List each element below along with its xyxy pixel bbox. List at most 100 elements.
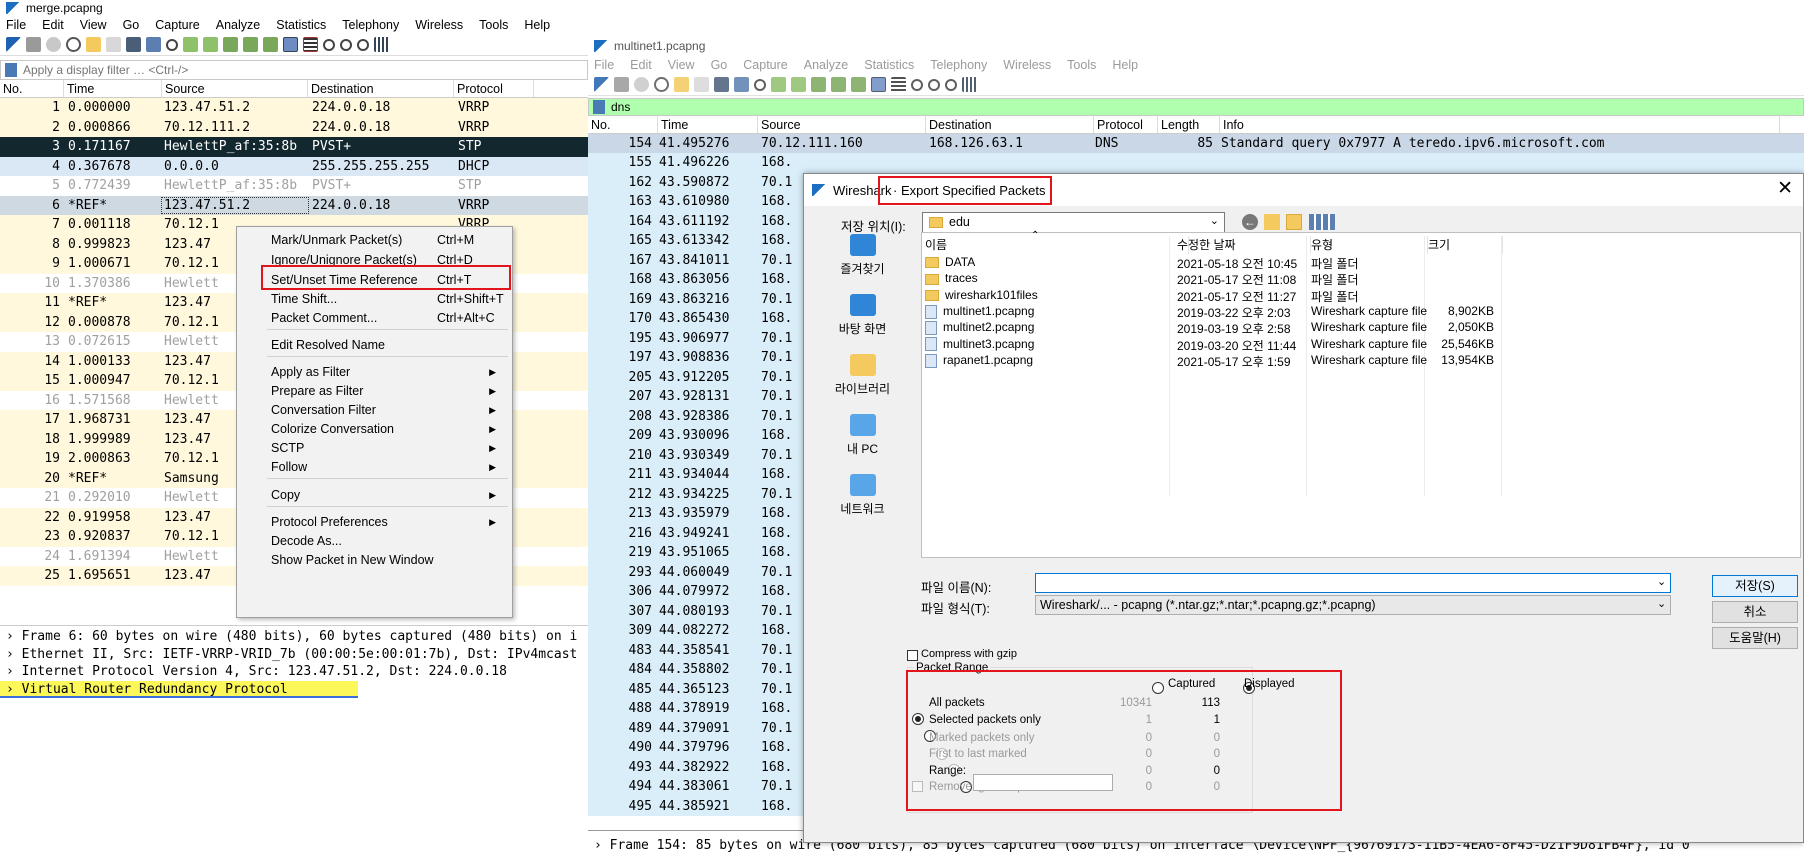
filetype-combo[interactable]: Wireshark/... - pcapng (*.ntar.gz;*.ntar… (1035, 595, 1671, 615)
table-row[interactable]: 1 0.000000 123.47.51.2 224.0.0.18 VRRP (0, 98, 588, 118)
help-button[interactable]: 도움말(H) (1712, 627, 1798, 649)
column-header[interactable]: Length (1158, 116, 1220, 133)
place-item[interactable]: 라이브러리 (804, 354, 921, 414)
column-header[interactable]: Time (64, 80, 162, 97)
go-to-packet-icon[interactable] (223, 37, 238, 52)
menu-item[interactable]: Edit (42, 18, 71, 32)
go-forward-icon[interactable] (203, 37, 218, 52)
open-file-icon[interactable] (86, 37, 101, 52)
go-last-icon[interactable] (851, 77, 866, 92)
detail-tree-row[interactable]: › Virtual Router Redundancy Protocol (0, 680, 358, 698)
column-header[interactable]: Source (758, 116, 926, 133)
menu-item[interactable]: Telephony (930, 58, 994, 72)
column-header[interactable]: Protocol (454, 80, 534, 97)
detail-tree-row[interactable]: › Frame 6: 60 bytes on wire (480 bits), … (0, 628, 588, 646)
detail-tree-row[interactable]: › Internet Protocol Version 4, Src: 123.… (0, 663, 588, 681)
detail-tree-row[interactable]: › Ethernet II, Src: IETF-VRRP-VRID_7b (0… (0, 646, 588, 664)
go-back-icon[interactable] (771, 77, 786, 92)
display-filter-input[interactable] (23, 63, 523, 77)
table-row[interactable]: 3 0.171167 HewlettP_af:35:8b PVST+ STP (0, 137, 588, 157)
bookmark-icon[interactable] (5, 63, 17, 77)
menu-item[interactable]: Help (524, 18, 557, 32)
context-menu-item[interactable]: SCTP ▶ (237, 438, 512, 458)
open-file-icon[interactable] (674, 77, 689, 92)
menu-item[interactable]: Telephony (342, 18, 406, 32)
file-column-header[interactable]: 이름 (925, 236, 1189, 254)
go-last-icon[interactable] (263, 37, 278, 52)
table-row[interactable]: 6 *REF* 123.47.51.2 224.0.0.18 VRRP (0, 195, 588, 215)
context-menu-item[interactable]: Conversation Filter ▶ (237, 400, 512, 420)
table-row[interactable]: 154 41.495276 70.12.111.160 168.126.63.1… (588, 134, 1804, 153)
file-item[interactable]: DATA (925, 255, 1165, 273)
place-item[interactable]: 내 PC (804, 414, 921, 474)
reload-file-icon[interactable] (146, 37, 161, 52)
range-radio[interactable] (912, 712, 924, 725)
place-item[interactable]: 바탕 화면 (804, 294, 921, 354)
zoom-out-icon[interactable] (928, 78, 940, 91)
menu-item[interactable]: Go (123, 18, 147, 32)
place-item[interactable]: 즐겨찾기 (804, 234, 921, 294)
context-menu-item[interactable]: Protocol Preferences ▶ (237, 512, 512, 532)
file-column-header[interactable]: 수정한 날짜 (1177, 236, 1311, 254)
menu-item[interactable]: File (6, 18, 33, 32)
context-menu-item[interactable]: Edit Resolved Name (237, 335, 512, 355)
context-menu-item[interactable]: Set/Unset Time Reference Ctrl+T (237, 270, 512, 290)
expand-arrow-icon[interactable]: › (6, 629, 22, 644)
column-header[interactable]: Info (1220, 116, 1780, 133)
place-item[interactable]: 네트워크 (804, 474, 921, 534)
table-row[interactable]: 155 41.496226 168. (588, 153, 1804, 173)
menu-item[interactable]: Analyze (804, 58, 855, 72)
chevron-down-icon[interactable]: ⌄ (1657, 575, 1666, 588)
compress-checkbox[interactable] (907, 650, 918, 661)
column-header[interactable]: No. (588, 116, 658, 133)
go-first-icon[interactable] (831, 77, 846, 92)
context-menu-item[interactable]: Time Shift... Ctrl+Shift+T (237, 289, 512, 309)
file-item[interactable]: traces (925, 271, 1165, 289)
filename-input[interactable] (1035, 573, 1671, 593)
expand-arrow-icon[interactable]: › (6, 664, 22, 679)
column-header[interactable]: Destination (308, 80, 454, 97)
go-back-icon[interactable] (183, 37, 198, 52)
bookmark-icon[interactable] (593, 100, 605, 114)
menu-item[interactable]: Statistics (864, 58, 921, 72)
new-folder-icon[interactable] (1286, 214, 1302, 230)
menu-item[interactable]: View (668, 58, 702, 72)
capture-options-icon[interactable] (654, 77, 669, 92)
restart-capture-icon[interactable] (634, 77, 649, 92)
start-capture-icon[interactable] (594, 77, 609, 92)
save-file-icon[interactable] (106, 37, 121, 52)
cancel-button[interactable]: 취소 (1712, 601, 1798, 623)
table-row[interactable]: 4 0.367678 0.0.0.0 255.255.255.255 DHCP (0, 156, 588, 176)
close-file-icon[interactable] (126, 37, 141, 52)
colorize-icon[interactable] (891, 77, 906, 92)
table-row[interactable]: 2 0.000866 70.12.111.2 224.0.0.18 VRRP (0, 117, 588, 137)
stop-capture-icon[interactable] (614, 77, 629, 92)
chevron-down-icon[interactable]: ⌄ (1657, 597, 1666, 610)
capture-options-icon[interactable] (66, 37, 81, 52)
find-packet-icon[interactable] (166, 38, 178, 51)
file-item[interactable]: multinet2.pcapng (925, 320, 1165, 338)
save-button[interactable]: 저장(S) (1712, 575, 1798, 597)
autoscroll-icon[interactable] (871, 77, 886, 92)
zoom-out-icon[interactable] (340, 38, 352, 51)
menu-item[interactable]: File (594, 58, 621, 72)
close-file-icon[interactable] (714, 77, 729, 92)
start-capture-icon[interactable] (6, 37, 21, 52)
zoom-in-icon[interactable] (911, 78, 923, 91)
column-header[interactable]: Source (162, 80, 308, 97)
find-packet-icon[interactable] (754, 78, 766, 91)
context-menu-item[interactable]: Mark/Unmark Packet(s) Ctrl+M (237, 230, 512, 250)
zoom-in-icon[interactable] (323, 38, 335, 51)
remove-ignored-checkbox[interactable] (912, 781, 923, 792)
context-menu-item[interactable]: Prepare as Filter ▶ (237, 381, 512, 401)
context-menu-item[interactable]: Ignore/Unignore Packet(s) Ctrl+D (237, 250, 512, 270)
menu-item[interactable]: Wireless (415, 18, 470, 32)
file-item[interactable]: multinet3.pcapng (925, 337, 1165, 355)
menu-item[interactable]: Capture (155, 18, 206, 32)
resize-columns-icon[interactable] (962, 77, 977, 92)
file-column-header[interactable]: 유형 (1311, 236, 1428, 254)
context-menu-item[interactable]: Copy ▶ (237, 485, 512, 505)
captured-radio[interactable] (1152, 681, 1164, 694)
save-in-combo[interactable]: edu ⌄ (922, 212, 1225, 233)
file-item[interactable]: multinet1.pcapng (925, 304, 1165, 322)
